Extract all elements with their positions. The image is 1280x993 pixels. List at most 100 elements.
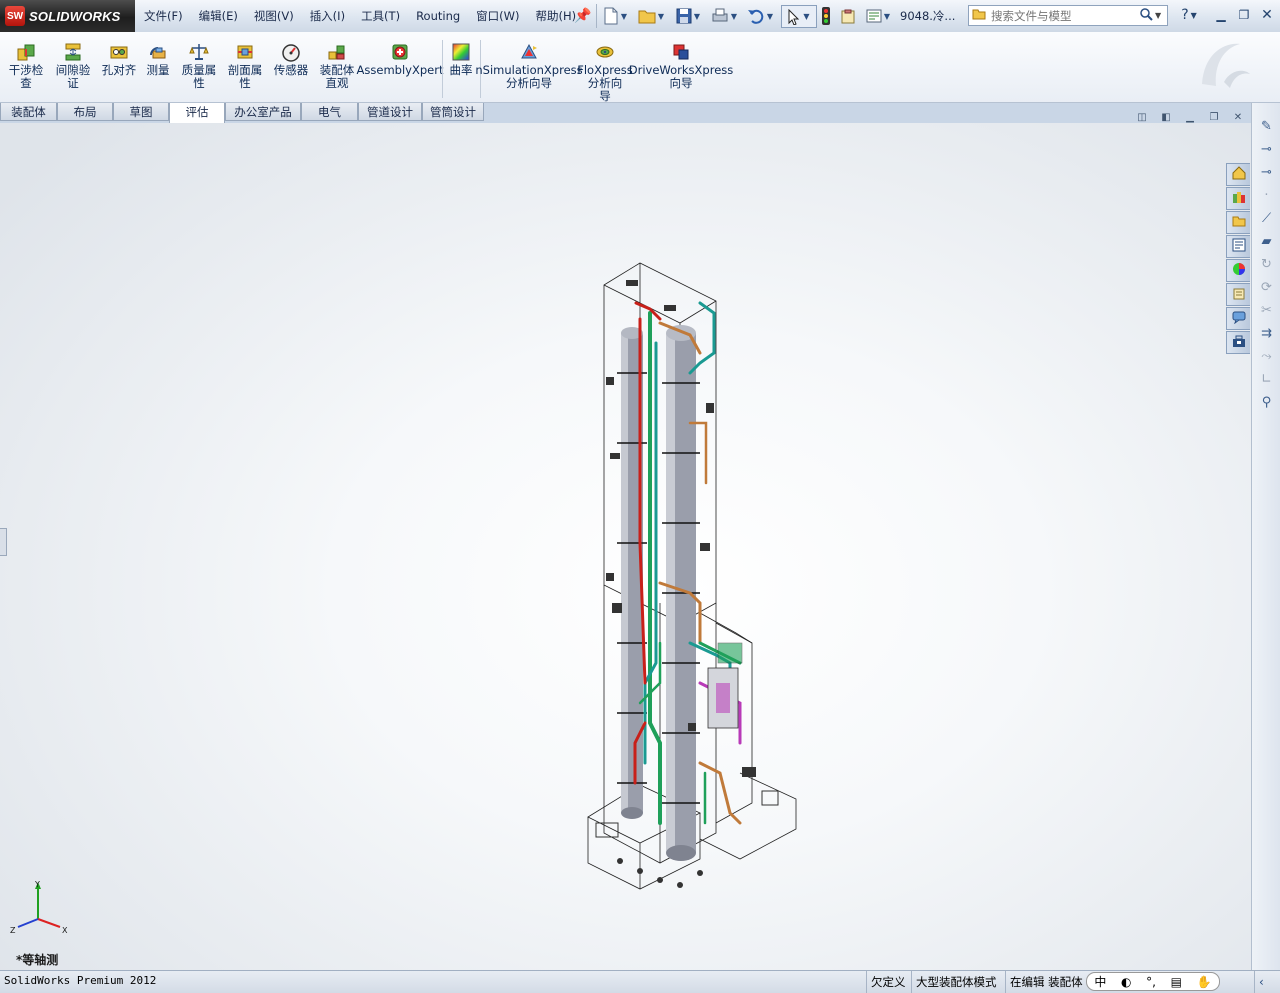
section-properties-button[interactable]: 剖面属 性 [224, 32, 266, 100]
menu-insert[interactable]: 插入(I) [302, 0, 353, 32]
select-arrow-icon[interactable]: ▼ [781, 5, 817, 28]
measure-button[interactable]: 测量 [142, 32, 174, 100]
file-explorer-icon [1232, 215, 1246, 230]
document-window-controls: ◫ ◧ ▁ ❐ ✕ [1134, 111, 1246, 125]
clearance-verification-icon [63, 42, 83, 62]
ime-keyboard-icon[interactable]: ▤ [1171, 975, 1182, 989]
triad-z-label: Z [10, 926, 16, 935]
weld-bead-icon[interactable]: ⚲ [1252, 391, 1280, 414]
interference-check-button[interactable]: 干涉检 查 [4, 32, 48, 100]
status-expand-icon[interactable]: ‹ [1254, 971, 1268, 993]
toolbox-tab[interactable] [1226, 331, 1250, 354]
command-label: nSimulationXpress 分析向导 [475, 64, 582, 90]
insert-component-icon[interactable]: ▰ [1252, 230, 1280, 253]
design-library-tab[interactable] [1226, 187, 1250, 210]
floxpress-button[interactable]: FloXpress 分析向 导 [578, 32, 632, 100]
tab-electrical[interactable]: 电气 [301, 103, 358, 121]
tab-sketch[interactable]: 草图 [113, 103, 169, 121]
assemblyxpert-icon [390, 42, 410, 62]
ime-moon-icon[interactable]: ◐ [1121, 975, 1131, 989]
menu-view[interactable]: 视图(V) [246, 0, 302, 32]
search-icon[interactable] [1137, 8, 1155, 24]
view-palette-tab[interactable] [1226, 235, 1250, 258]
help-icon: ? [1181, 7, 1188, 23]
search-dropdown-icon[interactable]: ▼ [1155, 11, 1167, 20]
sensor-button[interactable]: 传感器 [270, 32, 312, 100]
explode-line-icon[interactable]: ⤳ [1252, 345, 1280, 368]
mass-properties-button[interactable]: 质量属 性 [178, 32, 220, 100]
tab-piping[interactable]: 管道设计 [358, 103, 422, 121]
simulationxpress-button[interactable]: nSimulationXpress 分析向导 [483, 32, 575, 100]
mate-coincident-icon[interactable]: ⊸ [1252, 138, 1280, 161]
tab-evaluate[interactable]: 评估 [169, 103, 225, 124]
assembly-model[interactable] [0, 123, 1251, 970]
search-input[interactable] [989, 6, 1137, 25]
mate-parallel-icon[interactable]: ⊸ [1252, 161, 1280, 184]
fillet-icon[interactable]: ↻ [1252, 253, 1280, 276]
exploded-view-icon[interactable]: ⇉ [1252, 322, 1280, 345]
command-label: 干涉检 查 [9, 64, 44, 90]
menu-window[interactable]: 窗口(W) [468, 0, 527, 32]
close-icon[interactable]: ✕ [1258, 6, 1276, 24]
file-explorer-tab[interactable] [1226, 211, 1250, 234]
tab-tubing[interactable]: 管筒设计 [422, 103, 484, 121]
command-label: 孔对齐 [102, 64, 137, 77]
menu-routing[interactable]: Routing [408, 0, 468, 32]
tab-assembly[interactable]: 装配体 [0, 103, 57, 121]
ime-tools-icon[interactable]: ✋ [1197, 975, 1212, 989]
design-library-icon [1232, 190, 1246, 207]
sketch-tool-icon[interactable]: ⟋ [1252, 207, 1280, 230]
options-icon[interactable]: ▼ [862, 6, 894, 26]
ime-chinese-mode[interactable]: 中 [1094, 973, 1106, 990]
ime-punctuation-icon[interactable]: °, [1146, 975, 1156, 989]
open-folder-icon[interactable]: ▼ [636, 6, 666, 26]
assemblyxpert-button[interactable]: AssemblyXpert [362, 32, 438, 100]
curvature-button[interactable]: 曲率 [446, 32, 476, 100]
custom-properties-tab[interactable] [1226, 283, 1250, 306]
appearances-tab[interactable] [1226, 259, 1250, 282]
tab-office-products[interactable]: 办公室产品 [225, 103, 301, 121]
save-icon[interactable]: ▼ [672, 6, 704, 26]
assembly-visualization-button[interactable]: 装配体 直观 [316, 32, 358, 100]
pin-icon[interactable]: 📌 [574, 6, 592, 26]
rotate-component-icon[interactable]: ⟳ [1252, 276, 1280, 299]
interference-check-icon [16, 42, 36, 62]
doc-restore-icon[interactable]: ❐ [1206, 111, 1222, 125]
help-button[interactable]: ?▼ [1176, 6, 1202, 24]
clearance-verification-button[interactable]: 间隙验 证 [52, 32, 94, 100]
command-label: 剖面属 性 [228, 64, 263, 90]
new-document-icon[interactable]: ▼ [600, 6, 630, 26]
menu-tools[interactable]: 工具(T) [353, 0, 408, 32]
menu-edit[interactable]: 编辑(E) [191, 0, 246, 32]
status-app-name: SolidWorks Premium 2012 [4, 974, 156, 987]
minimize-icon[interactable]: ▁ [1212, 6, 1230, 24]
print-icon[interactable]: ▼ [708, 6, 740, 26]
solidworks-logo[interactable]: SW SOLIDWORKS [0, 0, 135, 32]
split-left-icon[interactable]: ◫ [1134, 111, 1150, 125]
ime-toolbar: 中 ◐ °, ▤ ✋ [1086, 972, 1220, 991]
undo-icon[interactable]: ▼ [744, 6, 776, 26]
restore-icon[interactable]: ❐ [1235, 6, 1253, 24]
move-component-icon[interactable]: ✂ [1252, 299, 1280, 322]
file-properties-icon[interactable] [838, 6, 858, 26]
tab-layout[interactable]: 布局 [57, 103, 113, 121]
split-right-icon[interactable]: ◧ [1158, 111, 1174, 125]
hole-alignment-button[interactable]: 孔对齐 [98, 32, 140, 100]
floxpress-icon [595, 42, 615, 62]
solidworks-forum-tab[interactable] [1226, 307, 1250, 330]
doc-minimize-icon[interactable]: ▁ [1182, 111, 1198, 125]
driveworksxpress-button[interactable]: DriveWorksXpress 向导 [636, 32, 726, 100]
doc-close-icon[interactable]: ✕ [1230, 111, 1246, 125]
reference-geometry-icon[interactable]: ∟ [1252, 368, 1280, 391]
graphics-area[interactable]: Y X Z *等轴测 [0, 123, 1251, 970]
search-box: ▼ [968, 5, 1168, 26]
solidworks-resources-tab[interactable] [1226, 163, 1250, 186]
command-separator [442, 40, 443, 98]
equipment-block [708, 643, 742, 728]
sensor-icon [281, 42, 301, 62]
sw-badge-icon: SW [5, 6, 25, 26]
rebuild-traffic-light-icon[interactable] [818, 6, 834, 26]
command-label: 传感器 [274, 64, 309, 77]
menu-file[interactable]: 文件(F) [136, 0, 191, 32]
smart-dimension-icon[interactable]: ✎ [1252, 115, 1280, 138]
